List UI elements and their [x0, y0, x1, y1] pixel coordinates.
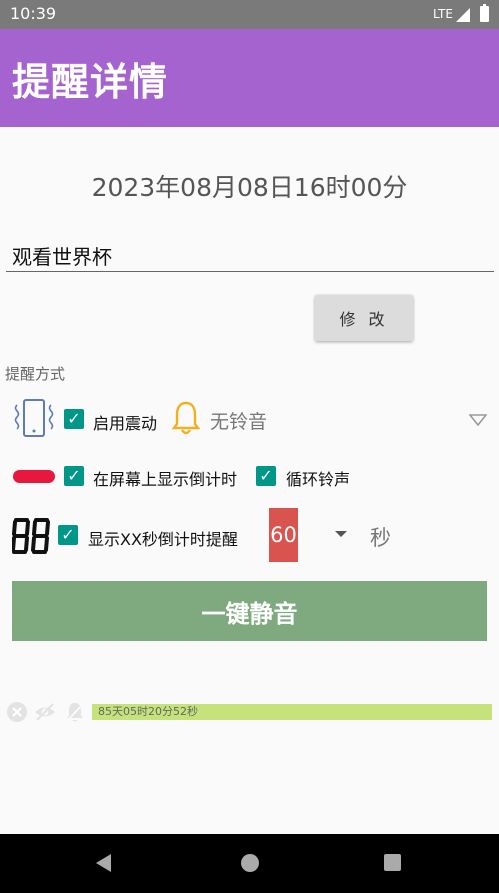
status-time: 10:39	[10, 4, 57, 23]
method-label: 提醒方式	[5, 365, 66, 383]
recents-icon[interactable]	[384, 854, 401, 871]
battery-icon	[480, 4, 489, 22]
countdown-label: 在屏幕上显示倒计时	[93, 470, 238, 489]
modify-button[interactable]: 修 改	[315, 295, 413, 341]
xx-countdown-checkbox[interactable]: ✓	[58, 525, 78, 545]
reminder-datetime[interactable]: 2023年08月08日16时00分	[0, 168, 499, 204]
countdown-checkbox[interactable]: ✓	[64, 466, 84, 486]
seconds-unit: 秒	[370, 526, 391, 550]
navigation-bar	[0, 834, 499, 893]
close-circle-icon[interactable]	[6, 701, 28, 723]
bell-icon	[172, 401, 200, 435]
network-type: LTE	[433, 7, 453, 21]
app-bar: 提醒详情	[0, 29, 499, 127]
eye-off-icon[interactable]	[34, 701, 56, 723]
vibrate-checkbox[interactable]: ✓	[64, 409, 84, 429]
page-title: 提醒详情	[12, 60, 169, 104]
bell-off-icon[interactable]	[64, 701, 86, 723]
vibrate-label: 启用震动	[93, 414, 158, 433]
loop-ringtone-label: 循环铃声	[286, 470, 351, 489]
status-bar: 10:39 LTE	[0, 0, 499, 29]
ringtone-select[interactable]: 无铃音	[210, 407, 267, 434]
digits-icon	[12, 518, 50, 554]
countdown-progress: 85天05时20分52秒	[92, 704, 492, 720]
seconds-value[interactable]: 60	[269, 508, 298, 562]
signal-icon	[456, 8, 470, 22]
xx-countdown-label: 显示XX秒倒计时提醒	[88, 530, 238, 549]
countdown-text: 85天05时20分52秒	[98, 705, 198, 718]
vibrate-icon	[14, 399, 54, 437]
back-icon[interactable]	[96, 854, 111, 872]
reminder-title-input[interactable]	[6, 240, 494, 272]
pill-icon	[13, 470, 55, 483]
mute-all-button[interactable]: 一键静音	[12, 581, 487, 641]
chevron-down-icon[interactable]	[335, 531, 347, 537]
loop-ringtone-checkbox[interactable]: ✓	[256, 466, 276, 486]
home-icon[interactable]	[241, 854, 259, 872]
chevron-down-icon[interactable]	[469, 414, 487, 426]
